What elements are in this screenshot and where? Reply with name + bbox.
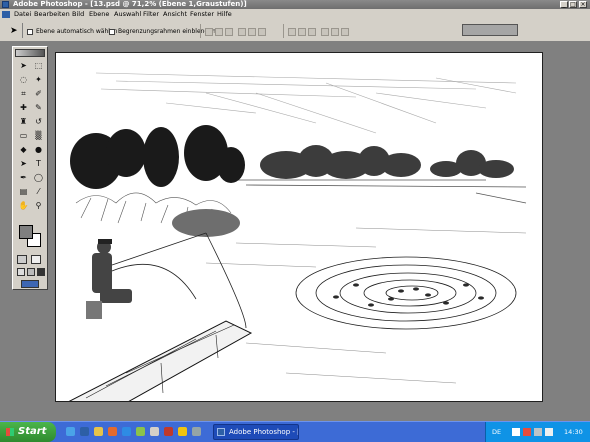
hand-icon[interactable]: ✋ [18, 200, 29, 211]
distribute-hcenter-button[interactable] [331, 28, 339, 36]
align-bottom-button[interactable] [225, 28, 233, 36]
distribute-right-button[interactable] [341, 28, 349, 36]
eyedropper-icon[interactable]: ⁄ [33, 186, 44, 197]
quicklaunch-desktop-icon[interactable] [66, 427, 75, 436]
healing-brush-icon[interactable]: ✚ [18, 102, 29, 113]
move-tool-icon[interactable]: ➤ [18, 60, 29, 71]
foreground-color-swatch[interactable] [19, 225, 33, 239]
tray-app-icon[interactable] [545, 428, 553, 436]
quick-mask-button[interactable] [31, 255, 41, 264]
quicklaunch-app-icon[interactable] [178, 427, 187, 436]
screen-mode-standard-button[interactable] [17, 268, 25, 276]
lasso-icon[interactable]: ◌ [18, 74, 29, 85]
pencil-sketch-image [56, 53, 542, 401]
standard-mode-button[interactable] [17, 255, 27, 264]
tray-volume-icon[interactable] [534, 428, 542, 436]
align-vcenter-button[interactable] [215, 28, 223, 36]
align-top-button[interactable] [205, 28, 213, 36]
doc-icon[interactable] [2, 11, 10, 18]
quicklaunch-photoshop-icon[interactable] [80, 427, 89, 436]
quicklaunch-app-icon[interactable] [164, 427, 173, 436]
menu-hilfe[interactable]: Hilfe [217, 10, 232, 19]
blur-icon[interactable]: ◆ [18, 144, 29, 155]
eraser-icon[interactable]: ▭ [18, 130, 29, 141]
minimize-button[interactable]: _ [560, 1, 568, 8]
toolbox: ➤ ⬚ ◌ ✦ ⌗ ✐ ✚ ✎ ♜ ↺ ▭ ▒ ◆ ● ➤ T ✒ ◯ ▤ ⁄ ✋ ⚲ [12, 46, 48, 290]
divider [283, 24, 284, 38]
photoshop-app-icon [2, 1, 9, 8]
marquee-icon[interactable]: ⬚ [33, 60, 44, 71]
quicklaunch-app-icon[interactable] [192, 427, 201, 436]
clone-stamp-icon[interactable]: ♜ [18, 116, 29, 127]
align-hcenter-button[interactable] [248, 28, 256, 36]
close-button[interactable]: × [579, 1, 587, 8]
menu-ebene[interactable]: Ebene [89, 10, 109, 19]
feather-logo [16, 50, 44, 56]
quicklaunch-app-icon[interactable] [136, 427, 145, 436]
start-button[interactable]: Start [0, 422, 56, 442]
move-tool-icon[interactable]: ➤ [10, 26, 18, 36]
menu-datei[interactable]: Datei [14, 10, 31, 19]
tray-security-icon[interactable] [523, 428, 531, 436]
menu-ansicht[interactable]: Ansicht [163, 10, 187, 19]
menu-filter[interactable]: Filter [143, 10, 159, 19]
tray-network-icon[interactable] [512, 428, 520, 436]
system-tray: DE 14:30 [485, 422, 590, 442]
notes-icon[interactable]: ▤ [18, 186, 29, 197]
divider [200, 24, 201, 38]
quicklaunch-firefox-icon[interactable] [108, 427, 117, 436]
palette-well[interactable] [462, 24, 518, 36]
menu-fenster[interactable]: Fenster [190, 10, 214, 19]
distribute-top-button[interactable] [288, 28, 296, 36]
windows-logo-icon [6, 428, 14, 436]
show-bounds-checkbox[interactable] [109, 29, 115, 35]
align-right-button[interactable] [258, 28, 266, 36]
path-select-icon[interactable]: ➤ [18, 158, 29, 169]
gradient-icon[interactable]: ▒ [33, 130, 44, 141]
quicklaunch-ie-icon[interactable] [122, 427, 131, 436]
jump-to-imageready-button[interactable] [21, 280, 39, 288]
quicklaunch-explorer-icon[interactable] [94, 427, 103, 436]
taskbar: Start Adobe Photoshop - [... DE 14:30 [0, 421, 590, 442]
menu-bild[interactable]: Bild [72, 10, 84, 19]
magic-wand-icon[interactable]: ✦ [33, 74, 44, 85]
screen-mode-full-menu-button[interactable] [27, 268, 35, 276]
clock: 14:30 [564, 428, 583, 436]
distribute-bottom-button[interactable] [308, 28, 316, 36]
history-brush-icon[interactable]: ↺ [33, 116, 44, 127]
toolbox-header [15, 49, 45, 57]
auto-select-checkbox[interactable] [27, 29, 33, 35]
shape-icon[interactable]: ◯ [33, 172, 44, 183]
quicklaunch-app-icon[interactable] [150, 427, 159, 436]
maximize-button[interactable]: □ [569, 1, 577, 8]
window-title: Adobe Photoshop - [13.psd @ 71,2% (Ebene… [13, 0, 247, 8]
title-bar: Adobe Photoshop - [13.psd @ 71,2% (Ebene… [0, 0, 590, 9]
align-left-button[interactable] [238, 28, 246, 36]
zoom-icon[interactable]: ⚲ [33, 200, 44, 211]
slice-icon[interactable]: ✐ [33, 88, 44, 99]
pen-icon[interactable]: ✒ [18, 172, 29, 183]
distribute-vcenter-button[interactable] [298, 28, 306, 36]
document-canvas[interactable] [55, 52, 543, 402]
language-indicator[interactable]: DE [492, 428, 501, 436]
menu-auswahl[interactable]: Auswahl [114, 10, 141, 19]
distribute-left-button[interactable] [321, 28, 329, 36]
auto-select-label: Ebene automatisch wählen [36, 28, 118, 35]
menu-bearbeiten[interactable]: Bearbeiten [34, 10, 70, 19]
taskbar-photoshop-button[interactable]: Adobe Photoshop - [... [213, 424, 299, 440]
show-bounds-label: Begrenzungsrahmen einblenden [118, 28, 216, 35]
screen-mode-full-button[interactable] [37, 268, 45, 276]
crop-icon[interactable]: ⌗ [18, 88, 29, 99]
photoshop-task-icon [217, 428, 225, 436]
brush-icon[interactable]: ✎ [33, 102, 44, 113]
type-icon[interactable]: T [33, 158, 44, 169]
task-label: Adobe Photoshop - [... [229, 428, 299, 436]
dodge-icon[interactable]: ● [33, 144, 44, 155]
start-label: Start [18, 426, 47, 437]
divider [22, 23, 23, 38]
